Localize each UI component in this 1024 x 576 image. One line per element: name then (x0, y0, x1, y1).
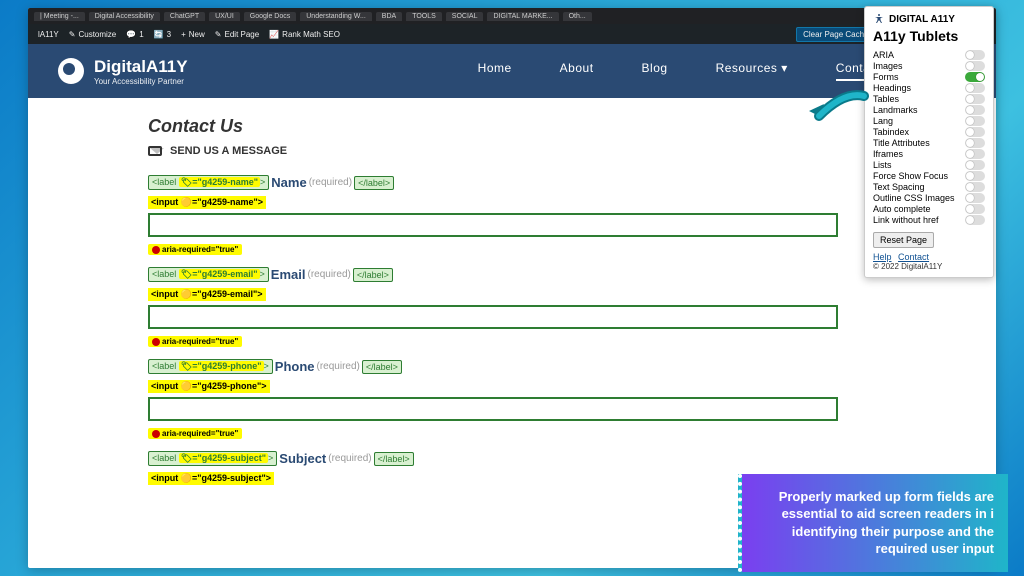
input-tag: <input 🟡="g4259-phone"> (148, 380, 270, 393)
toggle-landmarks[interactable] (965, 105, 985, 115)
toggle-title-attributes[interactable] (965, 138, 985, 148)
admin-rankmath[interactable]: 📈 Rank Math SEO (269, 30, 340, 39)
browser-tab[interactable]: TOOLS (406, 12, 442, 21)
toggle-label: Lang (873, 116, 893, 126)
toggle-lists[interactable] (965, 160, 985, 170)
field-label-email: Email (271, 267, 306, 282)
phone-input[interactable] (148, 397, 838, 421)
toggle-label: Tables (873, 94, 899, 104)
toggle-label: Lists (873, 160, 892, 170)
brand-title: DigitalA11Y (94, 57, 188, 77)
toggle-label: Landmarks (873, 105, 918, 115)
label-open-tag: <label 🏷="g4259-email"> (148, 267, 269, 282)
panel-contact-link[interactable]: Contact (898, 252, 929, 262)
toggle-tables[interactable] (965, 94, 985, 104)
caption-callout: Properly marked up form fields are essen… (738, 474, 1008, 572)
browser-tab[interactable]: Understanding W... (300, 12, 372, 21)
toggle-label: Auto complete (873, 204, 931, 214)
label-close-tag: </label> (354, 176, 394, 190)
brand-tagline: Your Accessibility Partner (94, 77, 188, 86)
toggle-link-without-href[interactable] (965, 215, 985, 225)
toggle-aria[interactable] (965, 50, 985, 60)
browser-tab[interactable]: BDA (376, 12, 402, 21)
site-navbar: DigitalA11Y Your Accessibility Partner H… (28, 44, 996, 98)
toggle-headings[interactable] (965, 83, 985, 93)
reset-page-button[interactable]: Reset Page (873, 232, 934, 248)
label-close-tag: </label> (353, 268, 393, 282)
aria-required-badge: aria-required="true" (148, 336, 242, 347)
browser-tab[interactable]: Digital Accessibility (89, 12, 160, 21)
toggle-label: Images (873, 61, 903, 71)
field-label-name: Name (271, 175, 306, 190)
toggle-label: Text Spacing (873, 182, 925, 192)
panel-help-link[interactable]: Help (873, 252, 892, 262)
admin-edit-page[interactable]: ✎ Edit Page (215, 30, 259, 39)
nav-resources[interactable]: Resources ▾ (716, 61, 788, 81)
mail-icon (148, 146, 162, 156)
page-title: Contact Us (148, 116, 876, 137)
label-close-tag: </label> (374, 452, 414, 466)
send-message-heading: SEND US A MESSAGE (148, 145, 876, 157)
toggle-outline-css-images[interactable] (965, 193, 985, 203)
toggle-label: Title Attributes (873, 138, 930, 148)
browser-tab[interactable]: ChatGPT (164, 12, 205, 21)
aria-required-badge: aria-required="true" (148, 244, 242, 255)
name-input[interactable] (148, 213, 838, 237)
browser-tab[interactable]: UX/UI (209, 12, 240, 21)
browser-tab[interactable]: Google Docs (244, 12, 296, 21)
toggle-auto-complete[interactable] (965, 204, 985, 214)
input-tag: <input 🟡="g4259-subject"> (148, 472, 274, 485)
nav-home[interactable]: Home (478, 61, 512, 81)
admin-new[interactable]: + New (181, 30, 205, 39)
browser-tab[interactable]: | Meeting -... (34, 12, 85, 21)
toggle-label: Headings (873, 83, 911, 93)
nav-blog[interactable]: Blog (642, 61, 668, 81)
browser-tab[interactable]: Oth... (563, 12, 592, 21)
panel-title: A11y Tublets (873, 28, 985, 44)
admin-customize[interactable]: ✎ Customize (69, 30, 117, 39)
toggle-label: Force Show Focus (873, 171, 948, 181)
field-label-phone: Phone (275, 359, 315, 374)
nav-about[interactable]: About (560, 61, 594, 81)
toggle-label: Outline CSS Images (873, 193, 955, 203)
required-hint: (required) (317, 361, 360, 372)
label-open-tag: <label 🏷="g4259-phone"> (148, 359, 273, 374)
admin-comments[interactable]: 💬 1 (126, 30, 143, 39)
toggle-label: Link without href (873, 215, 939, 225)
toggle-forms[interactable] (965, 72, 985, 82)
admin-updates[interactable]: 🔄 3 (154, 30, 171, 39)
browser-tab[interactable]: DIGITAL MARKE... (487, 12, 558, 21)
toggle-force-show-focus[interactable] (965, 171, 985, 181)
toggle-label: Forms (873, 72, 899, 82)
toggle-label: ARIA (873, 50, 894, 60)
toggle-iframes[interactable] (965, 149, 985, 159)
logo-icon (58, 58, 84, 84)
browser-tabbar: | Meeting -... Digital Accessibility ChatG… (28, 8, 996, 24)
toggle-label: Tabindex (873, 127, 909, 137)
admin-site-link[interactable]: lA11Y (38, 30, 59, 39)
toggle-tabindex[interactable] (965, 127, 985, 137)
required-hint: (required) (309, 177, 352, 188)
toggle-label: Iframes (873, 149, 903, 159)
input-tag: <input 🟡="g4259-email"> (148, 288, 266, 301)
toggle-lang[interactable] (965, 116, 985, 126)
field-label-subject: Subject (279, 451, 326, 466)
chevron-down-icon: ▾ (781, 61, 788, 75)
wp-admin-bar: lA11Y ✎ Customize 💬 1 🔄 3 + New ✎ Edit P… (28, 24, 996, 44)
aria-required-badge: aria-required="true" (148, 428, 242, 439)
a11y-tublets-panel: DIGITAL A11Y A11y Tublets ARIAImagesForm… (864, 6, 994, 278)
toggle-text-spacing[interactable] (965, 182, 985, 192)
required-hint: (required) (307, 269, 350, 280)
label-open-tag: <label 🏷="g4259-subject"> (148, 451, 277, 466)
label-close-tag: </label> (362, 360, 402, 374)
email-input[interactable] (148, 305, 838, 329)
toggle-images[interactable] (965, 61, 985, 71)
browser-tab[interactable]: SOCIAL (446, 12, 484, 21)
panel-copyright: © 2022 DigitalA11Y (873, 262, 985, 271)
input-tag: <input 🟡="g4259-name"> (148, 196, 266, 209)
accessibility-icon (873, 13, 885, 25)
label-open-tag: <label 🏷="g4259-name"> (148, 175, 269, 190)
panel-brand: DIGITAL A11Y (873, 13, 985, 25)
required-hint: (required) (328, 453, 371, 464)
